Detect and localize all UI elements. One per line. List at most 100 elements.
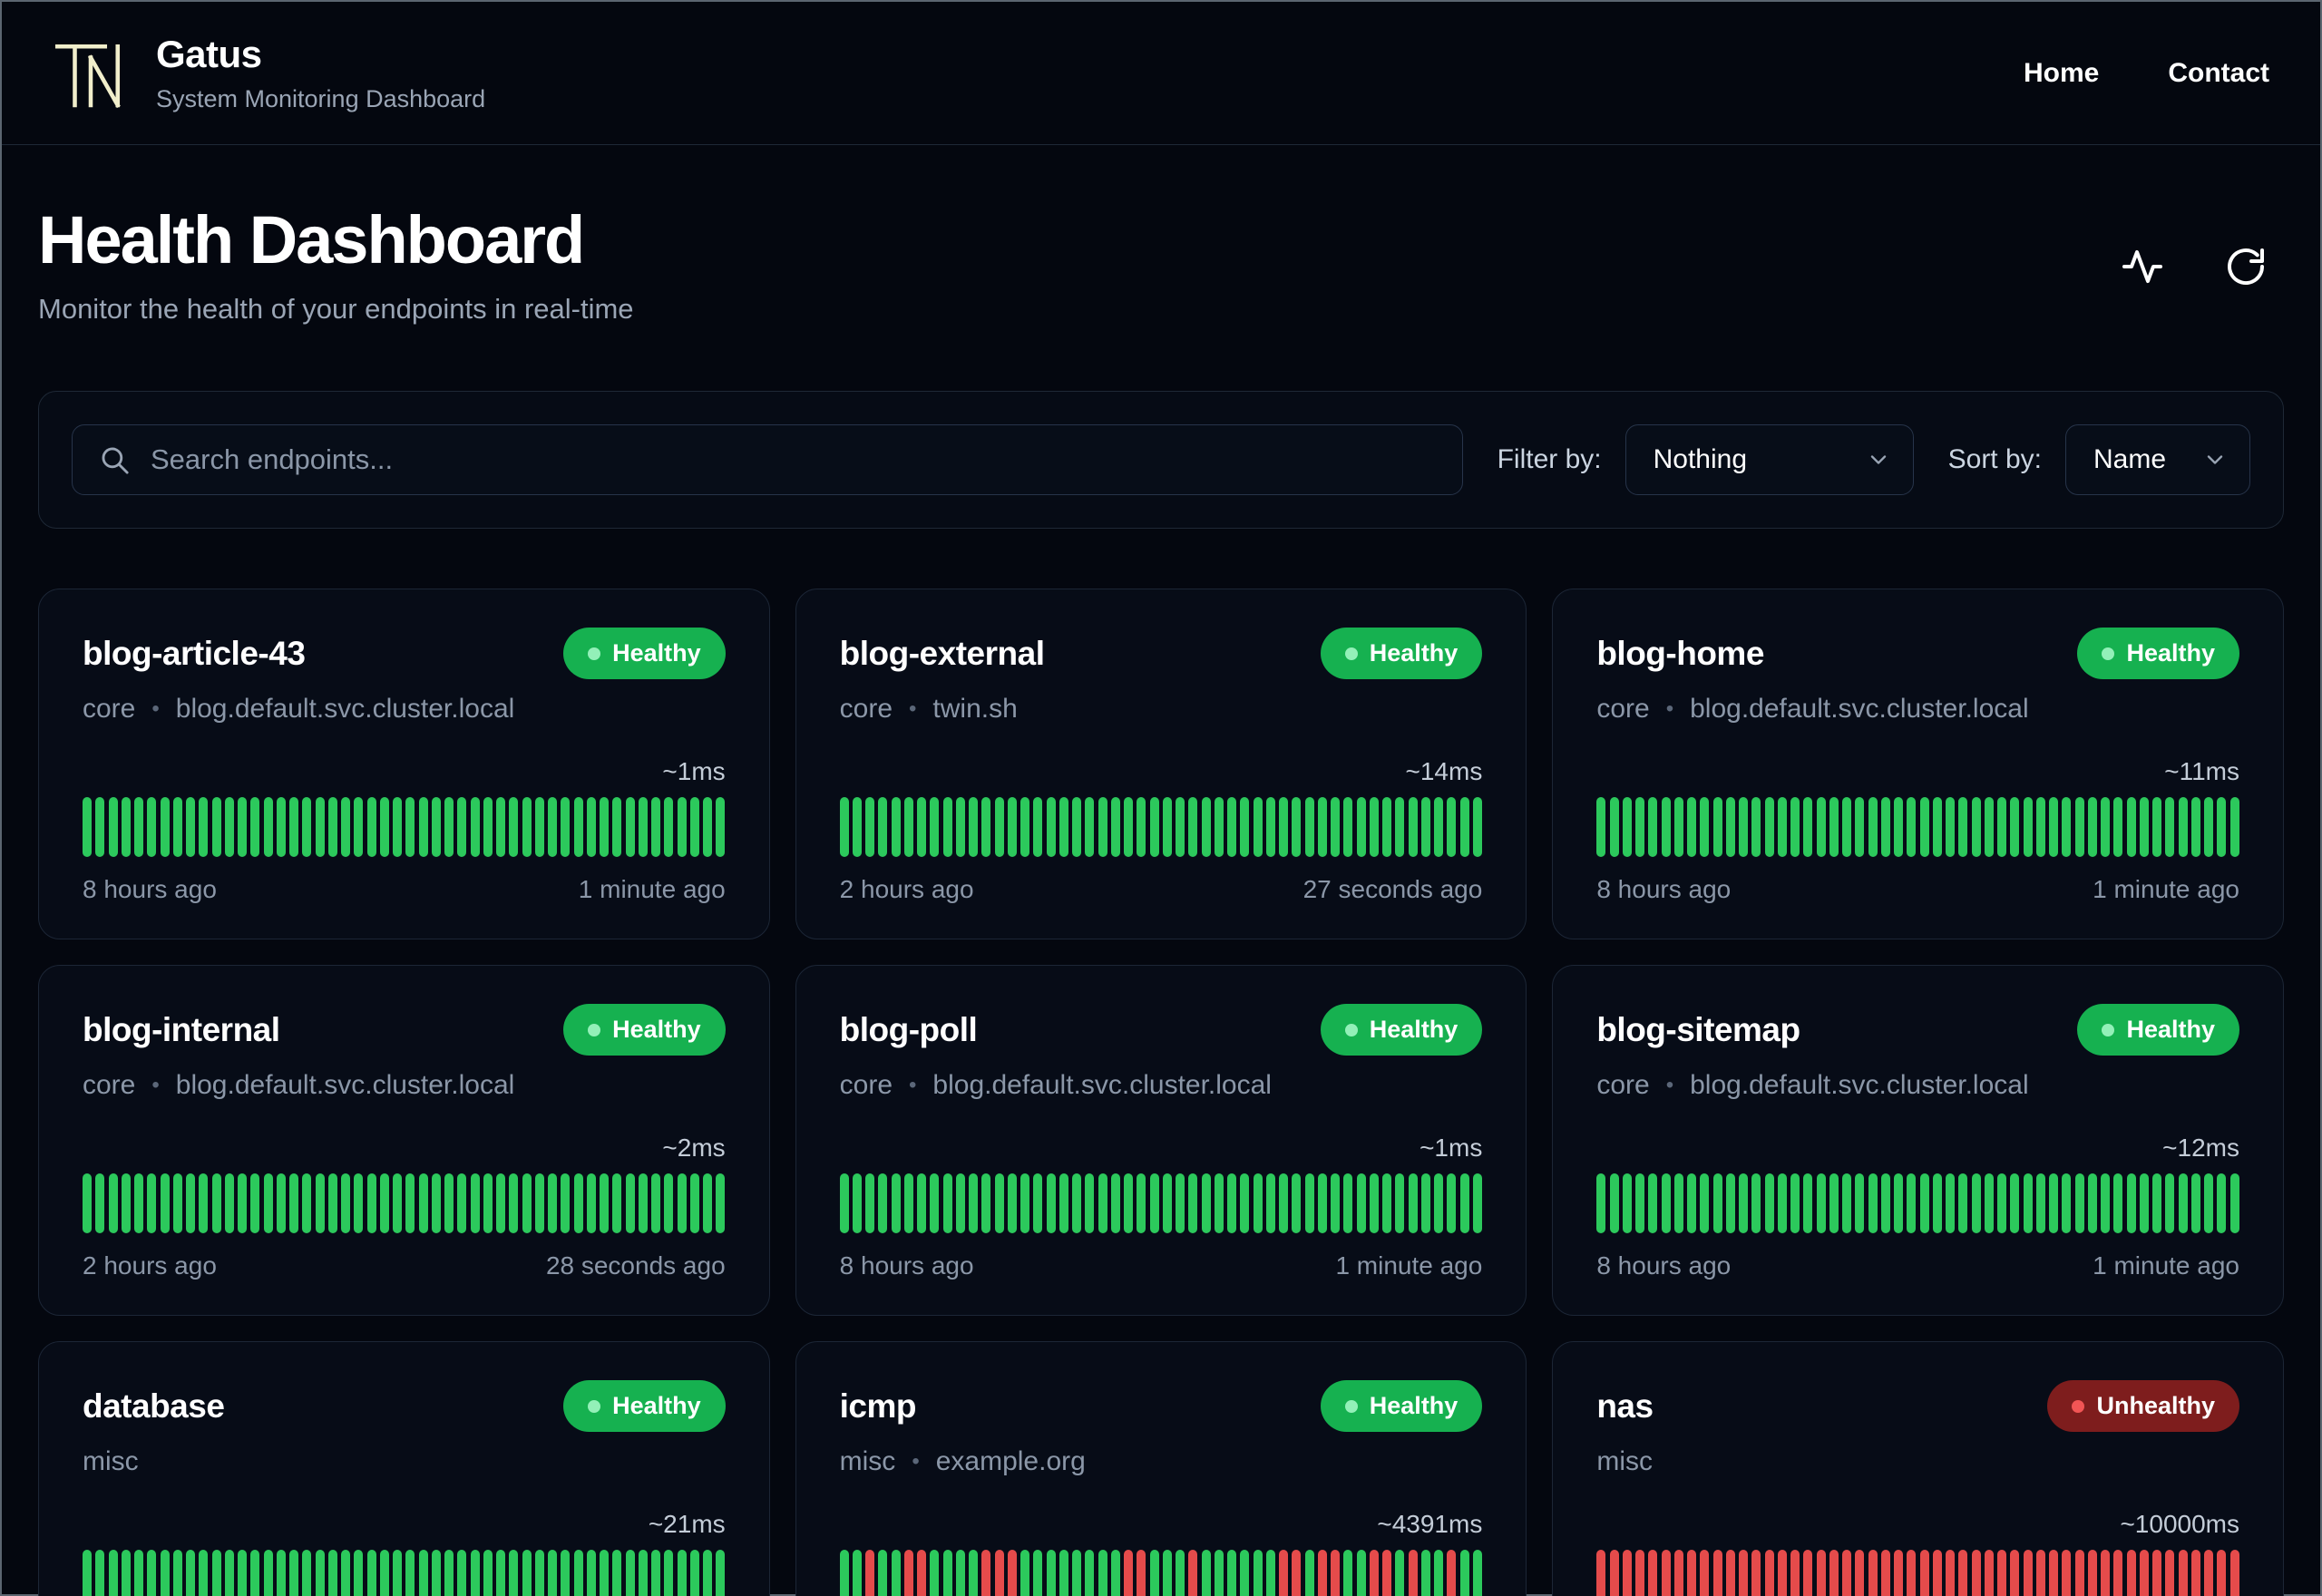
uptime-bar[interactable] xyxy=(1369,1173,1379,1233)
uptime-bar[interactable] xyxy=(1447,1173,1457,1233)
uptime-bar[interactable] xyxy=(1085,1173,1095,1233)
uptime-bar[interactable] xyxy=(1304,797,1314,857)
uptime-bar[interactable] xyxy=(1997,797,2007,857)
uptime-bar[interactable] xyxy=(2101,797,2111,857)
uptime-bar[interactable] xyxy=(1188,797,1198,857)
uptime-bar[interactable] xyxy=(315,1550,325,1596)
uptime-bar[interactable] xyxy=(1712,1173,1722,1233)
uptime-bar[interactable] xyxy=(1085,1550,1095,1596)
uptime-bar[interactable] xyxy=(969,1550,979,1596)
uptime-bar[interactable] xyxy=(2010,797,2020,857)
uptime-bar[interactable] xyxy=(1997,1550,2007,1596)
uptime-bar[interactable] xyxy=(1790,1173,1800,1233)
uptime-bar[interactable] xyxy=(1472,797,1482,857)
uptime-bar[interactable] xyxy=(2126,797,2136,857)
uptime-bar[interactable] xyxy=(509,1550,519,1596)
uptime-bar[interactable] xyxy=(1110,797,1120,857)
uptime-bar[interactable] xyxy=(1085,797,1095,857)
uptime-bar[interactable] xyxy=(470,1550,480,1596)
uptime-bar[interactable] xyxy=(431,797,441,857)
uptime-bar[interactable] xyxy=(955,1173,965,1233)
uptime-bar[interactable] xyxy=(1098,1173,1107,1233)
uptime-bar[interactable] xyxy=(1201,797,1211,857)
uptime-bar[interactable] xyxy=(2178,1173,2188,1233)
uptime-bar[interactable] xyxy=(302,1173,312,1233)
uptime-bar[interactable] xyxy=(1700,1550,1710,1596)
uptime-bar[interactable] xyxy=(561,797,571,857)
uptime-bar[interactable] xyxy=(1240,797,1250,857)
uptime-bar[interactable] xyxy=(703,1173,712,1233)
uptime-bar[interactable] xyxy=(224,797,234,857)
uptime-bar[interactable] xyxy=(917,797,927,857)
uptime-bar[interactable] xyxy=(315,1173,325,1233)
uptime-bar[interactable] xyxy=(2217,797,2227,857)
uptime-bar[interactable] xyxy=(341,1550,350,1596)
uptime-bar[interactable] xyxy=(379,1173,389,1233)
uptime-bar[interactable] xyxy=(1124,797,1134,857)
uptime-bar[interactable] xyxy=(1816,1550,1826,1596)
uptime-bar[interactable] xyxy=(1292,1173,1302,1233)
uptime-bar[interactable] xyxy=(1279,1173,1289,1233)
uptime-bar[interactable] xyxy=(2113,1173,2123,1233)
uptime-bar[interactable] xyxy=(483,1550,493,1596)
uptime-bar[interactable] xyxy=(1842,1550,1852,1596)
uptime-bar[interactable] xyxy=(405,797,415,857)
uptime-bar[interactable] xyxy=(548,1550,557,1596)
uptime-bar[interactable] xyxy=(2113,1550,2123,1596)
uptime-bar[interactable] xyxy=(2087,797,2097,857)
uptime-bar[interactable] xyxy=(1687,1173,1697,1233)
endpoint-card[interactable]: icmp Healthy misc • example.org ~4391ms … xyxy=(795,1341,1527,1596)
uptime-bar[interactable] xyxy=(263,797,273,857)
uptime-bar[interactable] xyxy=(1343,797,1353,857)
uptime-bar[interactable] xyxy=(1725,1550,1735,1596)
uptime-bar[interactable] xyxy=(134,1550,143,1596)
uptime-bar[interactable] xyxy=(470,797,480,857)
uptime-bar[interactable] xyxy=(1227,1550,1237,1596)
uptime-bar[interactable] xyxy=(891,1173,901,1233)
uptime-bar[interactable] xyxy=(1331,1173,1341,1233)
uptime-bar[interactable] xyxy=(186,1173,195,1233)
uptime-bar[interactable] xyxy=(891,1550,901,1596)
uptime-bar[interactable] xyxy=(1673,797,1683,857)
uptime-bar[interactable] xyxy=(1946,1550,1956,1596)
uptime-bar[interactable] xyxy=(1622,1173,1632,1233)
uptime-bar[interactable] xyxy=(1958,1173,1968,1233)
uptime-bar[interactable] xyxy=(172,1550,182,1596)
uptime-bar[interactable] xyxy=(83,1550,92,1596)
uptime-bar[interactable] xyxy=(1932,1550,1942,1596)
uptime-bar[interactable] xyxy=(431,1173,441,1233)
uptime-bar[interactable] xyxy=(483,797,493,857)
uptime-bar[interactable] xyxy=(677,1550,687,1596)
uptime-bar[interactable] xyxy=(852,1173,862,1233)
uptime-bar[interactable] xyxy=(1894,1173,1904,1233)
uptime-bar[interactable] xyxy=(1712,797,1722,857)
uptime-bar[interactable] xyxy=(2087,1550,2097,1596)
uptime-bar[interactable] xyxy=(1971,1550,1981,1596)
uptime-bar[interactable] xyxy=(1648,797,1658,857)
uptime-bar[interactable] xyxy=(716,797,726,857)
uptime-bar[interactable] xyxy=(891,797,901,857)
uptime-bar[interactable] xyxy=(1020,797,1030,857)
uptime-bar[interactable] xyxy=(134,1173,143,1233)
uptime-bar[interactable] xyxy=(1124,1550,1134,1596)
uptime-bar[interactable] xyxy=(2204,1550,2214,1596)
uptime-bar[interactable] xyxy=(930,797,940,857)
uptime-bar[interactable] xyxy=(354,1173,364,1233)
uptime-bar[interactable] xyxy=(108,1550,118,1596)
uptime-bar[interactable] xyxy=(1304,1173,1314,1233)
uptime-bar[interactable] xyxy=(2165,797,2175,857)
uptime-bar[interactable] xyxy=(573,1173,583,1233)
uptime-bar[interactable] xyxy=(878,1173,888,1233)
uptime-bar[interactable] xyxy=(1459,1173,1469,1233)
uptime-bar[interactable] xyxy=(1648,1173,1658,1233)
uptime-bar[interactable] xyxy=(1919,1550,1929,1596)
uptime-bar[interactable] xyxy=(354,797,364,857)
uptime-bar[interactable] xyxy=(1033,1173,1043,1233)
uptime-bar[interactable] xyxy=(1149,1550,1159,1596)
uptime-bar[interactable] xyxy=(981,797,991,857)
uptime-bar[interactable] xyxy=(2190,1550,2200,1596)
uptime-bar[interactable] xyxy=(1408,1550,1418,1596)
uptime-bar[interactable] xyxy=(625,1550,635,1596)
uptime-bar[interactable] xyxy=(1343,1173,1353,1233)
uptime-bar[interactable] xyxy=(418,1173,428,1233)
